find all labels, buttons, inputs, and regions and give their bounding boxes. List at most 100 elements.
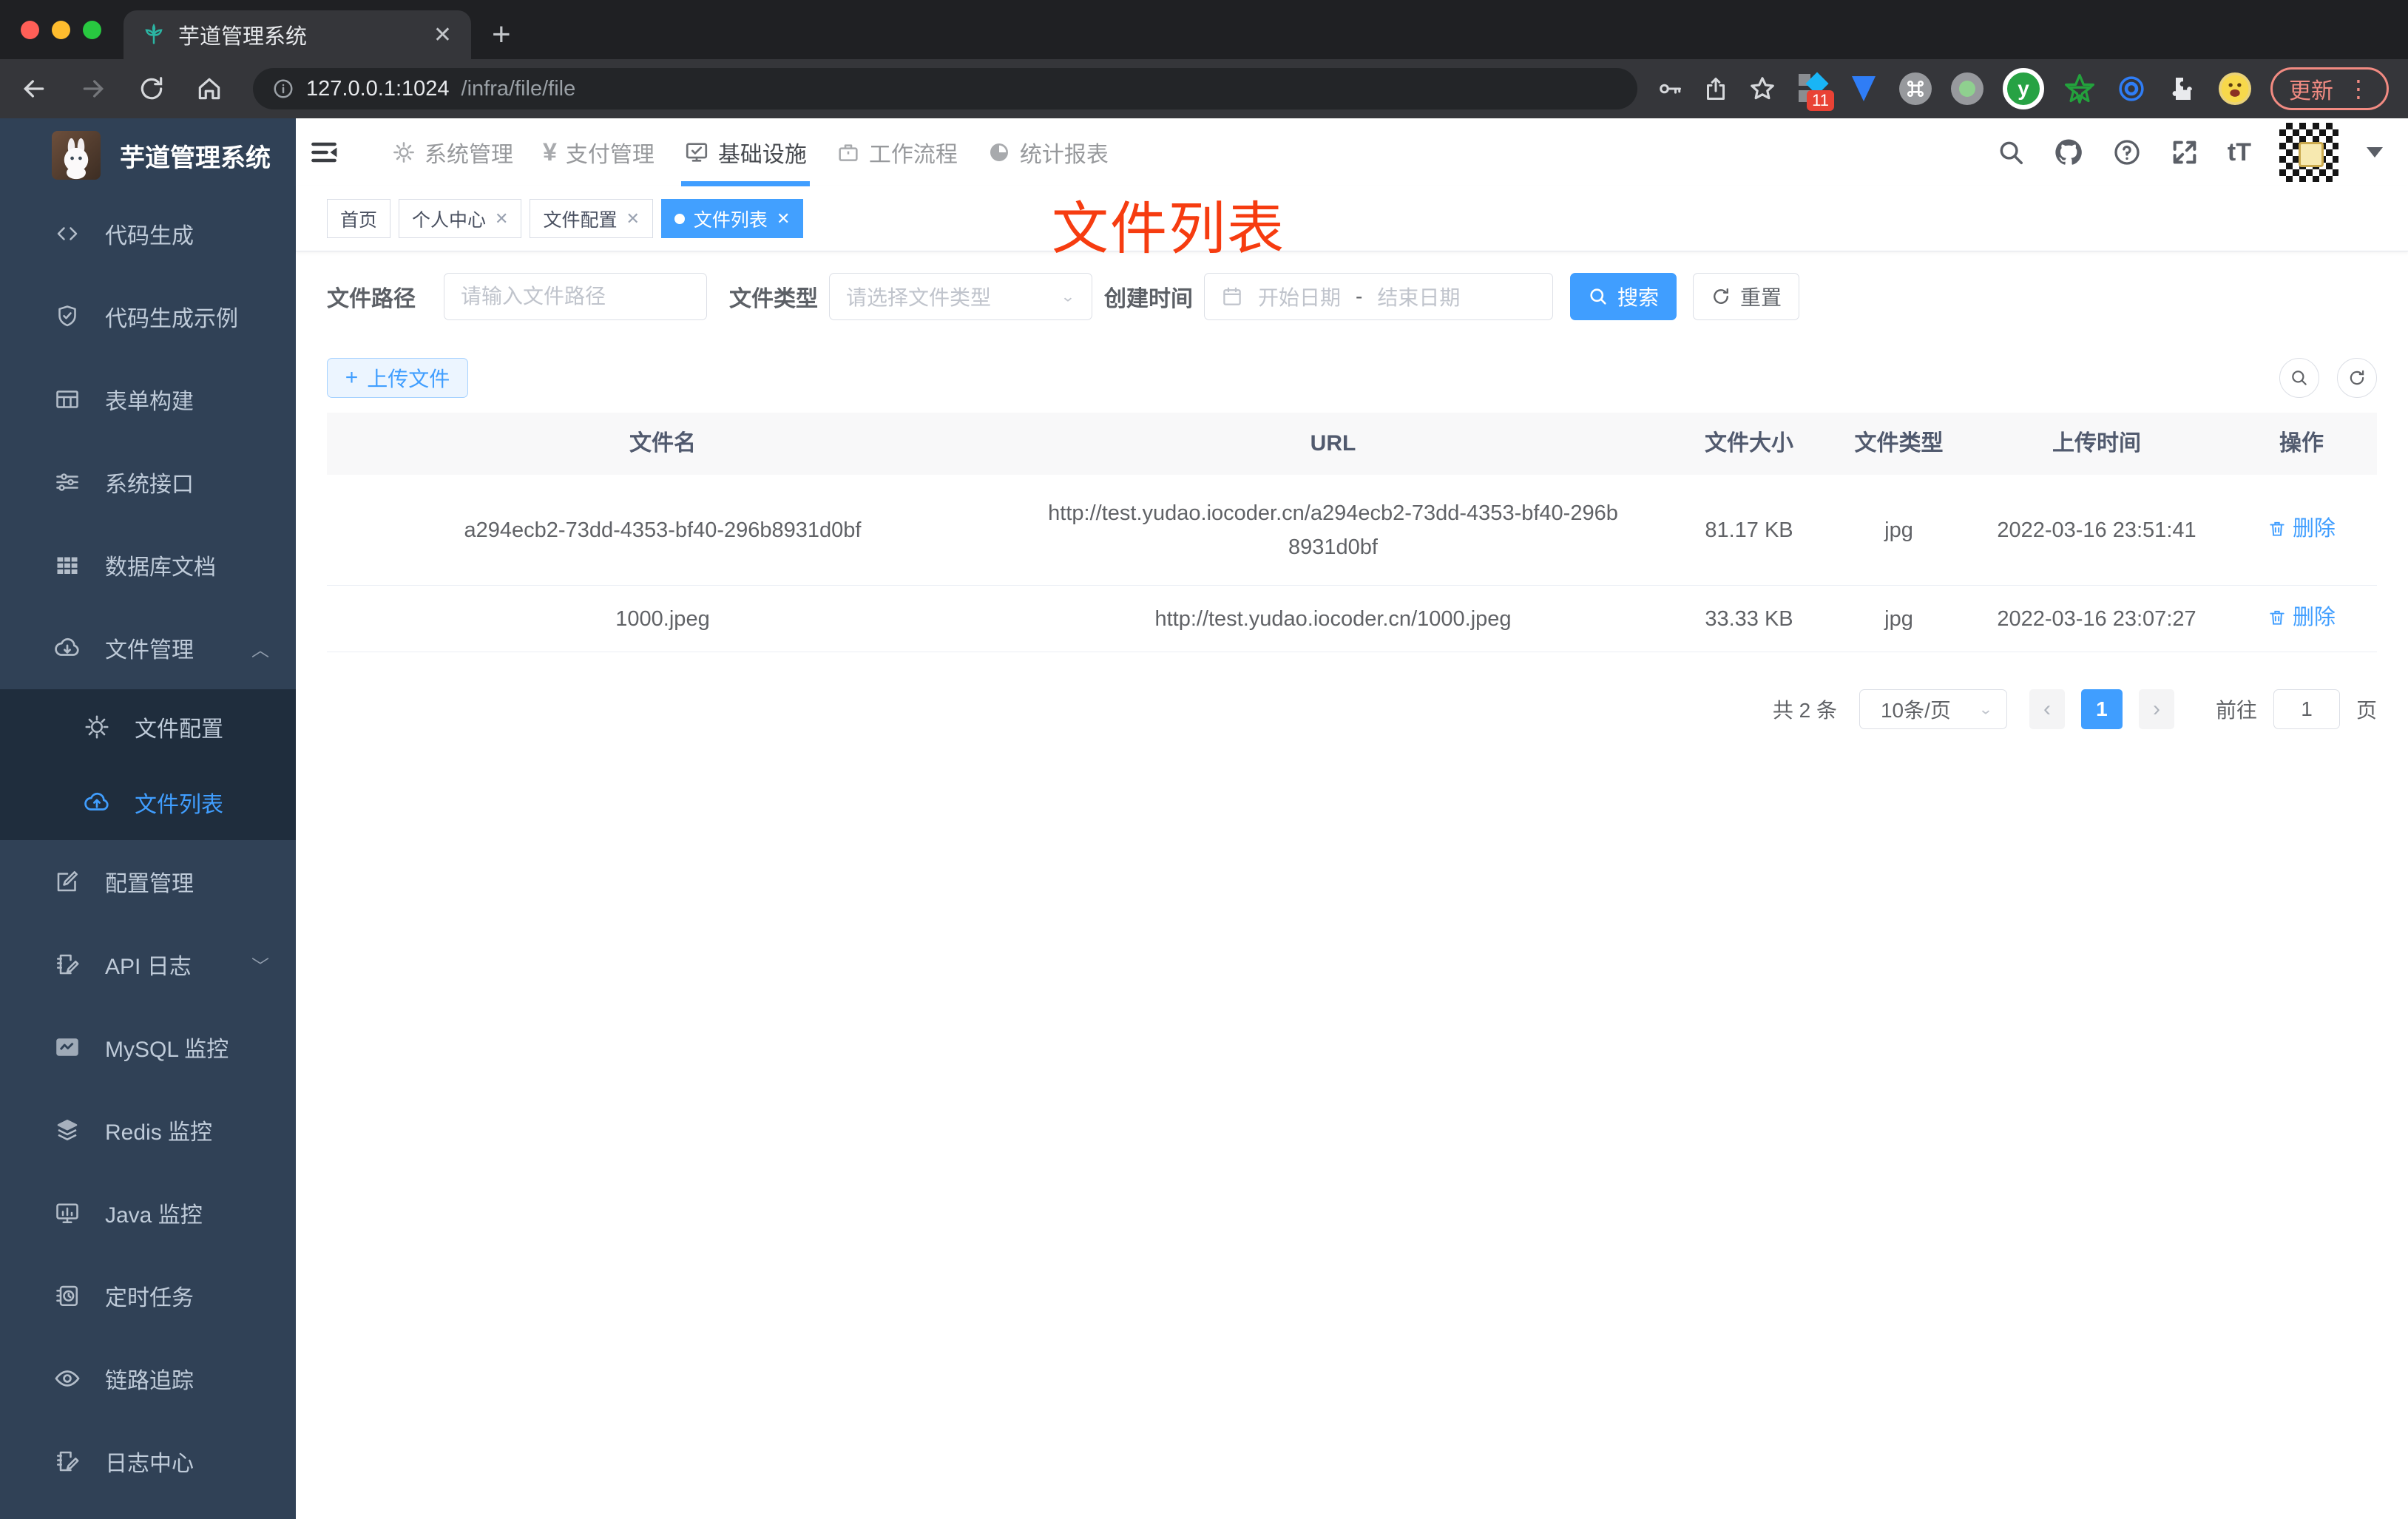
url-bar[interactable]: 127.0.0.1:1024/infra/file/file <box>253 68 1637 109</box>
tab-close-icon[interactable]: ✕ <box>433 22 452 48</box>
col-header-actions: 操作 <box>2279 431 2324 456</box>
browser-menu-icon[interactable]: ⋮ <box>2347 77 2370 101</box>
window-controls[interactable] <box>0 0 124 59</box>
minimize-window-button[interactable] <box>52 20 70 39</box>
zoom-window-button[interactable] <box>83 20 101 39</box>
prev-page-button[interactable]: ‹ <box>2029 689 2065 729</box>
topnav-reports[interactable]: 统计报表 <box>984 118 1112 186</box>
tag-profile[interactable]: 个人中心 ✕ <box>399 199 522 238</box>
sidebar-item-file-config[interactable]: 文件配置 <box>0 689 296 765</box>
close-tag-icon[interactable]: ✕ <box>777 209 790 229</box>
pagination: 共 2 条 10条/页 ⌄ ‹ 1 › 前往 1 页 <box>327 689 2377 729</box>
browser-update-button[interactable]: 更新 ⋮ <box>2270 67 2389 110</box>
share-icon[interactable] <box>1702 75 1729 102</box>
sidebar-item-scheduled-jobs[interactable]: 定时任务 <box>0 1254 296 1337</box>
sidebar-item-label: 代码生成 <box>105 224 194 248</box>
sidebar-item-form-builder[interactable]: 表单构建 <box>0 358 296 441</box>
sidebar-item-java-monitor[interactable]: Java 监控 <box>0 1171 296 1254</box>
sidebar-item-api-log[interactable]: API 日志 ﹀ <box>0 923 296 1006</box>
file-type-select[interactable]: 请选择文件类型 ⌄ <box>829 273 1092 320</box>
top-navbar: 系统管理 ¥ 支付管理 基础设施 工作流程 统计报表 tT <box>296 118 2408 186</box>
refresh-table-button[interactable] <box>2337 358 2377 398</box>
sidebar-item-mysql-monitor[interactable]: MySQL 监控 <box>0 1006 296 1089</box>
sidebar-item-redis-monitor[interactable]: Redis 监控 <box>0 1089 296 1171</box>
new-tab-button[interactable]: + <box>492 10 511 59</box>
search-icon[interactable] <box>1997 138 2025 166</box>
monitor-icon <box>53 1200 81 1226</box>
topnav-label: 基础设施 <box>717 143 807 167</box>
extensions-puzzle-icon[interactable] <box>2167 72 2199 105</box>
sidebar-item-file-list[interactable]: 文件列表 <box>0 765 296 840</box>
font-size-icon[interactable]: tT <box>2228 138 2251 167</box>
extension-tag-manager-icon[interactable]: 11 <box>1796 72 1834 111</box>
col-header-url: URL <box>1310 431 1356 456</box>
sidebar-logo[interactable]: 芋道管理系统 <box>0 118 296 192</box>
extension-y-icon[interactable]: y <box>2003 68 2044 109</box>
upload-file-button[interactable]: + 上传文件 <box>327 358 468 398</box>
extension-eye-icon[interactable] <box>2115 72 2148 105</box>
forward-icon[interactable] <box>78 74 108 104</box>
close-window-button[interactable] <box>21 20 39 39</box>
sidebar-item-code-generation[interactable]: 代码生成 <box>0 192 296 275</box>
sidebar-item-label: 数据库文档 <box>105 555 216 580</box>
delete-file-button[interactable]: 删除 <box>2267 601 2336 635</box>
page-size-select[interactable]: 10条/页 ⌄ <box>1859 689 2007 729</box>
reload-icon[interactable] <box>138 75 166 103</box>
reset-button[interactable]: 重置 <box>1693 273 1799 320</box>
tag-file-config[interactable]: 文件配置 ✕ <box>530 199 653 238</box>
next-page-button[interactable]: › <box>2138 689 2174 729</box>
log-edit-icon <box>53 951 81 978</box>
site-info-icon[interactable] <box>272 78 294 100</box>
avatar[interactable] <box>2279 123 2338 182</box>
browser-tab[interactable]: 芋道管理系统 ✕ <box>124 10 471 59</box>
goto-page-input[interactable]: 1 <box>2273 689 2340 729</box>
extension-command-icon[interactable] <box>1899 72 1932 105</box>
sidebar-item-code-demo[interactable]: 代码生成示例 <box>0 275 296 358</box>
sidebar-item-config-management[interactable]: 配置管理 <box>0 840 296 923</box>
avatar-caret-icon[interactable] <box>2367 147 2383 158</box>
sidebar-item-label: 配置管理 <box>105 872 194 896</box>
page-unit-label: 页 <box>2355 699 2377 722</box>
close-tag-icon[interactable]: ✕ <box>626 209 639 229</box>
cell-type: jpg <box>1884 606 1913 631</box>
delete-file-button[interactable]: 删除 <box>2267 512 2336 546</box>
tag-home[interactable]: 首页 <box>327 199 391 238</box>
fullscreen-icon[interactable] <box>2170 138 2199 167</box>
topnav-workflow[interactable]: 工作流程 <box>833 118 961 186</box>
table-toolbar: + 上传文件 <box>327 358 2377 398</box>
help-icon[interactable] <box>2112 138 2142 167</box>
search-button[interactable]: 搜索 <box>1570 273 1677 320</box>
tag-file-list[interactable]: 文件列表 ✕ <box>660 199 804 238</box>
sidebar-item-trace[interactable]: 链路追踪 <box>0 1337 296 1420</box>
date-range-picker[interactable]: 开始日期 - 结束日期 <box>1204 273 1553 320</box>
extension-gem-icon[interactable] <box>1847 72 1880 105</box>
file-path-input[interactable] <box>444 273 707 320</box>
bookmark-star-icon[interactable] <box>1748 75 1776 103</box>
chevron-up-icon: ︿ <box>251 640 269 660</box>
topnav-label: 系统管理 <box>425 143 513 167</box>
close-tag-icon[interactable]: ✕ <box>495 209 508 229</box>
show-search-toggle-button[interactable] <box>2279 358 2319 398</box>
sidebar-item-system-api[interactable]: 系统接口 <box>0 441 296 524</box>
extension-recorder-icon[interactable] <box>1951 72 1983 105</box>
topnav-system-management[interactable]: 系统管理 <box>389 118 516 186</box>
pagination-total: 共 2 条 <box>1772 699 1837 722</box>
favicon-plant-icon <box>143 24 165 46</box>
extension-emoji-icon[interactable] <box>2219 72 2251 105</box>
current-page-button[interactable]: 1 <box>2080 689 2123 729</box>
home-icon[interactable] <box>195 75 223 103</box>
extension-star-icon[interactable] <box>2063 72 2096 105</box>
password-key-icon[interactable] <box>1657 75 1683 102</box>
table-header-row: 文件名 URL 文件大小 文件类型 上传时间 操作 <box>327 413 2377 475</box>
col-header-filename: 文件名 <box>629 431 696 456</box>
tag-label: 首页 <box>340 209 378 231</box>
topnav-payment-management[interactable]: ¥ 支付管理 <box>540 118 657 186</box>
sidebar-item-file-management[interactable]: 文件管理 ︿ <box>0 606 296 689</box>
back-icon[interactable] <box>19 74 49 104</box>
sidebar-item-log-center[interactable]: 日志中心 <box>0 1420 296 1503</box>
github-icon[interactable] <box>2053 137 2084 168</box>
sidebar-item-db-doc[interactable]: 数据库文档 <box>0 524 296 606</box>
collapse-sidebar-icon[interactable] <box>308 136 340 169</box>
extension-badge: 11 <box>1807 90 1834 111</box>
topnav-infrastructure[interactable]: 基础设施 <box>680 118 810 186</box>
